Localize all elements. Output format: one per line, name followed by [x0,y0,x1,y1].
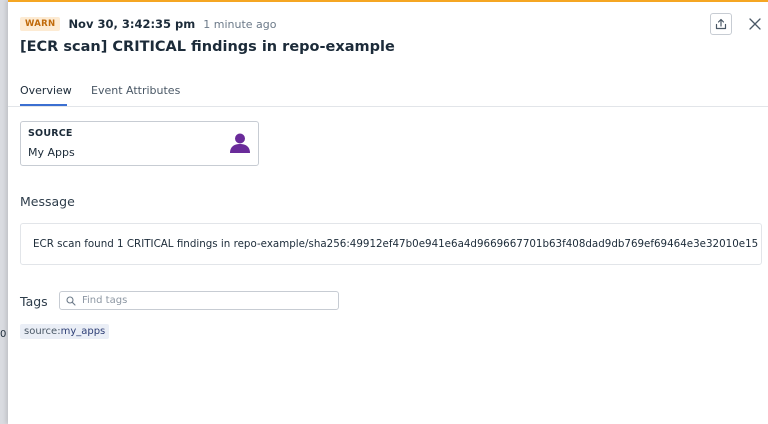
event-detail-panel: WARN Nov 30, 3:42:35 pm 1 minute ago [EC… [8,0,768,424]
tags-search-input[interactable] [82,293,322,308]
tags-heading: Tags [20,294,48,309]
source-label: SOURCE [28,128,73,139]
tab-overview[interactable]: Overview [20,84,72,106]
source-value: My Apps [28,146,75,159]
search-icon [66,295,76,306]
close-icon [749,18,761,30]
source-card: SOURCE My Apps [20,121,259,166]
event-relative-time: 1 minute ago [203,17,277,31]
message-text: ECR scan found 1 CRITICAL findings in re… [20,223,762,265]
close-button[interactable] [746,15,764,33]
share-button[interactable] [710,13,732,35]
page-title: [ECR scan] CRITICAL findings in repo-exa… [20,39,395,55]
tag-key: source: [24,326,61,337]
event-timestamp: Nov 30, 3:42:35 pm [68,17,196,31]
tags-search [59,291,339,310]
tag-value: my_apps [60,326,106,337]
tab-bar: Overview Event Attributes [8,84,768,107]
message-heading: Message [20,194,75,209]
tab-event-attributes[interactable]: Event Attributes [91,84,180,106]
status-badge: WARN [20,17,61,31]
user-icon [230,133,250,153]
tag-chip[interactable]: source:my_apps [20,324,110,339]
share-icon [715,18,727,30]
event-header-meta: WARN Nov 30, 3:42:35 pm 1 minute ago [20,15,277,33]
